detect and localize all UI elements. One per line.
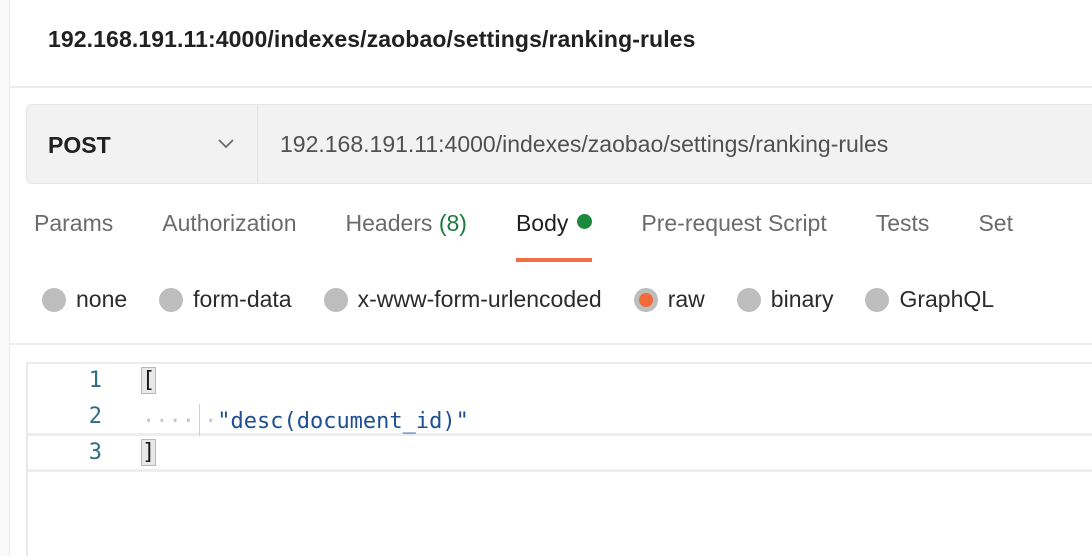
method-select[interactable]: POST xyxy=(27,105,258,183)
body-indicator-dot-icon xyxy=(577,214,593,229)
code-line: 2 ···· ·"desc(document_id)" xyxy=(28,400,1092,436)
radio-label: GraphQL xyxy=(899,286,995,312)
radio-label: none xyxy=(76,286,128,312)
radio-icon[interactable] xyxy=(159,287,184,312)
radio-checked-icon[interactable] xyxy=(633,287,658,312)
tab-label: Set xyxy=(978,210,1013,236)
tab-label: Params xyxy=(34,210,114,236)
body-type-raw[interactable]: raw xyxy=(633,286,705,313)
radio-icon[interactable] xyxy=(323,287,348,312)
body-type-binary[interactable]: binary xyxy=(736,286,834,313)
code-line: 1 [ xyxy=(28,364,1092,400)
tab-params[interactable]: Params xyxy=(34,210,113,262)
line-number: 3 xyxy=(88,440,102,465)
section-divider xyxy=(10,343,1092,345)
body-type-form-data[interactable]: form-data xyxy=(159,286,292,313)
line-number: 2 xyxy=(88,404,102,429)
code-line: 3 ] xyxy=(28,436,1092,472)
whitespace-marker: ···· xyxy=(142,409,195,434)
radio-icon[interactable] xyxy=(865,287,890,312)
radio-label: x-www-form-urlencoded xyxy=(357,286,602,312)
left-rail xyxy=(0,0,10,556)
radio-label: form-data xyxy=(193,286,292,312)
tab-label: Headers xyxy=(345,210,433,236)
request-tabs: Params Authorization Headers (8) Body Pr… xyxy=(34,210,1062,266)
body-type-none[interactable]: none xyxy=(42,286,127,313)
line-number: 1 xyxy=(88,368,102,393)
matched-bracket: ] xyxy=(140,439,157,466)
radio-label: raw xyxy=(667,286,705,312)
headers-count-badge: (8) xyxy=(438,210,467,236)
request-title[interactable]: 192.168.191.11:4000/indexes/zaobao/setti… xyxy=(48,26,695,53)
whitespace-marker: · xyxy=(203,409,218,434)
matched-bracket: [ xyxy=(140,367,157,394)
tab-label: Authorization xyxy=(162,210,297,236)
body-type-radio-group: none form-data x-www-form-urlencoded raw… xyxy=(42,286,1026,313)
tab-tests[interactable]: Tests xyxy=(876,210,930,262)
url-text: 192.168.191.11:4000/indexes/zaobao/setti… xyxy=(280,131,889,157)
tab-label: Tests xyxy=(875,210,930,236)
body-type-graphql[interactable]: GraphQL xyxy=(865,286,994,313)
body-code-editor[interactable]: 1 [ 2 ···· ·"desc(document_id)" 3 ] xyxy=(26,362,1092,556)
radio-icon[interactable] xyxy=(42,287,66,312)
tab-headers[interactable]: Headers (8) xyxy=(346,210,467,262)
url-input[interactable]: 192.168.191.11:4000/indexes/zaobao/setti… xyxy=(258,105,1092,183)
indent-guide xyxy=(198,404,200,436)
tab-settings[interactable]: Set xyxy=(978,210,1013,262)
method-label: POST xyxy=(48,132,111,158)
tab-authorization[interactable]: Authorization xyxy=(162,210,296,262)
tab-label: Pre-request Script xyxy=(641,210,827,236)
tab-body[interactable]: Body xyxy=(515,210,593,262)
body-type-x-www-form-urlencoded[interactable]: x-www-form-urlencoded xyxy=(323,286,602,313)
tab-label: Body xyxy=(515,210,569,236)
radio-icon[interactable] xyxy=(736,287,761,312)
request-title-bar: 192.168.191.11:4000/indexes/zaobao/setti… xyxy=(10,0,1092,88)
request-bar: POST 192.168.191.11:4000/indexes/zaobao/… xyxy=(26,104,1092,184)
radio-label: binary xyxy=(770,286,834,312)
tab-pre-request-script[interactable]: Pre-request Script xyxy=(641,210,826,262)
string-token: "desc(document_id)" xyxy=(217,409,469,434)
chevron-down-icon xyxy=(218,139,234,149)
